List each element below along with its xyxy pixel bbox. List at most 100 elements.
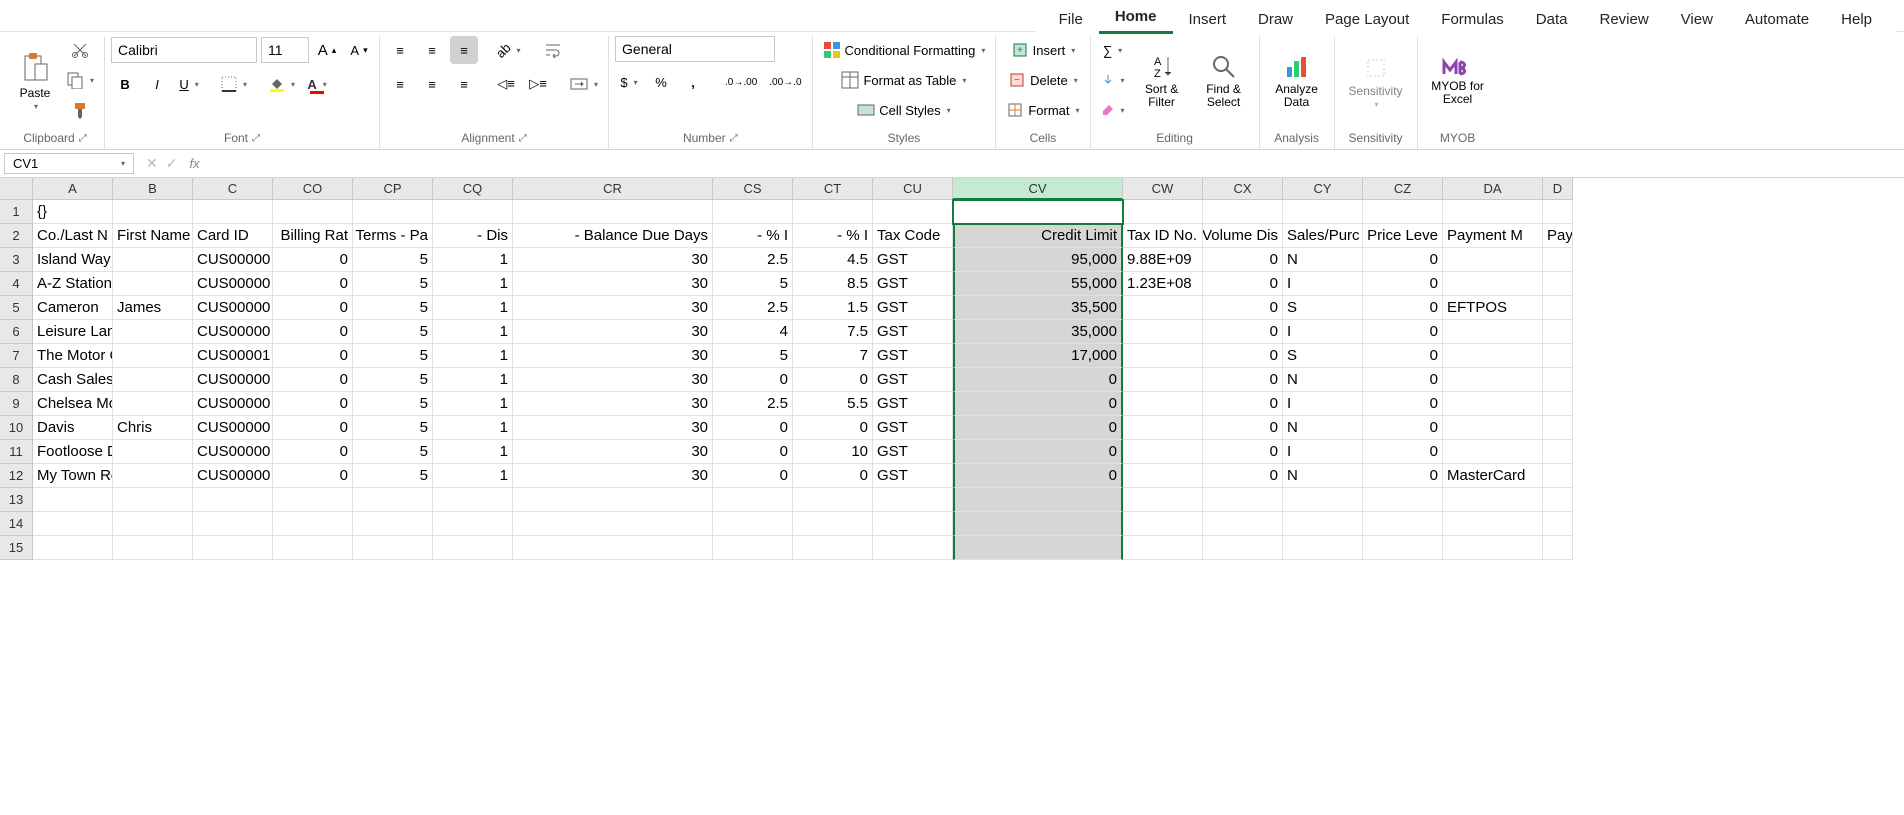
cell-CS1[interactable] <box>713 200 793 224</box>
cell-CV14[interactable] <box>953 512 1123 536</box>
number-dialog[interactable]: ⤢ <box>730 133 738 144</box>
tab-automate[interactable]: Automate <box>1729 5 1825 34</box>
cell-CU8[interactable]: GST <box>873 368 953 392</box>
cell-CS7[interactable]: 5 <box>713 344 793 368</box>
col-header-CX[interactable]: CX <box>1203 178 1283 200</box>
cell-CS13[interactable] <box>713 488 793 512</box>
orientation-button[interactable]: ab▾ <box>492 36 524 64</box>
cell-CR9[interactable]: 30 <box>513 392 713 416</box>
cell-C14[interactable] <box>193 512 273 536</box>
cell-CW7[interactable] <box>1123 344 1203 368</box>
col-header-CU[interactable]: CU <box>873 178 953 200</box>
cell-CY8[interactable]: N <box>1283 368 1363 392</box>
cell-CW10[interactable] <box>1123 416 1203 440</box>
cell-CS2[interactable]: - % I <box>713 224 793 248</box>
cell-DA7[interactable] <box>1443 344 1543 368</box>
comma-button[interactable]: , <box>679 68 707 96</box>
cell-D15[interactable] <box>1543 536 1573 560</box>
tab-formulas[interactable]: Formulas <box>1425 5 1520 34</box>
cell-CZ14[interactable] <box>1363 512 1443 536</box>
col-header-DA[interactable]: DA <box>1443 178 1543 200</box>
bold-button[interactable]: B <box>111 70 139 98</box>
col-header-CP[interactable]: CP <box>353 178 433 200</box>
formula-input[interactable] <box>208 162 1904 166</box>
cell-CR4[interactable]: 30 <box>513 272 713 296</box>
col-header-CQ[interactable]: CQ <box>433 178 513 200</box>
cell-CY9[interactable]: I <box>1283 392 1363 416</box>
cell-CQ7[interactable]: 1 <box>433 344 513 368</box>
cell-CQ9[interactable]: 1 <box>433 392 513 416</box>
decrease-indent-button[interactable]: ◁≡ <box>492 70 520 98</box>
cell-CW12[interactable] <box>1123 464 1203 488</box>
cell-CP8[interactable]: 5 <box>353 368 433 392</box>
analyze-data-button[interactable]: Analyze Data <box>1266 36 1328 126</box>
cell-B12[interactable] <box>113 464 193 488</box>
cell-B1[interactable] <box>113 200 193 224</box>
cell-CW8[interactable] <box>1123 368 1203 392</box>
cell-CS11[interactable]: 0 <box>713 440 793 464</box>
cell-CQ6[interactable]: 1 <box>433 320 513 344</box>
font-color-button[interactable]: A▾ <box>303 70 331 98</box>
cell-A1[interactable]: {} <box>33 200 113 224</box>
cell-CV9[interactable]: 0 <box>953 392 1123 416</box>
cell-CX7[interactable]: 0 <box>1203 344 1283 368</box>
row-header-8[interactable]: 8 <box>0 368 33 392</box>
cell-CR8[interactable]: 30 <box>513 368 713 392</box>
row-header-2[interactable]: 2 <box>0 224 33 248</box>
cell-CV13[interactable] <box>953 488 1123 512</box>
row-header-14[interactable]: 14 <box>0 512 33 536</box>
paste-button[interactable]: Paste▾ <box>12 36 58 126</box>
cell-CZ9[interactable]: 0 <box>1363 392 1443 416</box>
decrease-decimal-button[interactable]: .00→.0 <box>765 68 805 96</box>
cell-CU4[interactable]: GST <box>873 272 953 296</box>
cell-CZ11[interactable]: 0 <box>1363 440 1443 464</box>
cell-CQ1[interactable] <box>433 200 513 224</box>
cell-CT8[interactable]: 0 <box>793 368 873 392</box>
row-header-3[interactable]: 3 <box>0 248 33 272</box>
increase-indent-button[interactable]: ▷≡ <box>524 70 552 98</box>
underline-button[interactable]: U▾ <box>175 70 203 98</box>
cell-CO2[interactable]: Billing Rat <box>273 224 353 248</box>
cancel-formula-icon[interactable]: ✕ <box>146 155 158 172</box>
row-header-15[interactable]: 15 <box>0 536 33 560</box>
cell-CU7[interactable]: GST <box>873 344 953 368</box>
cell-B14[interactable] <box>113 512 193 536</box>
merge-center-button[interactable]: ▾ <box>566 70 602 98</box>
cell-CX5[interactable]: 0 <box>1203 296 1283 320</box>
cell-D8[interactable] <box>1543 368 1573 392</box>
tab-view[interactable]: View <box>1665 5 1729 34</box>
cell-CU15[interactable] <box>873 536 953 560</box>
cell-CO10[interactable]: 0 <box>273 416 353 440</box>
cell-DA9[interactable] <box>1443 392 1543 416</box>
cell-CX2[interactable]: Volume Dis <box>1203 224 1283 248</box>
cell-CO13[interactable] <box>273 488 353 512</box>
cell-CT6[interactable]: 7.5 <box>793 320 873 344</box>
cell-CS6[interactable]: 4 <box>713 320 793 344</box>
cell-CW9[interactable] <box>1123 392 1203 416</box>
cell-CP13[interactable] <box>353 488 433 512</box>
fill-button[interactable]: ▾ <box>1097 66 1129 94</box>
cell-CT10[interactable]: 0 <box>793 416 873 440</box>
alignment-dialog[interactable]: ⤢ <box>519 133 527 144</box>
cell-CW11[interactable] <box>1123 440 1203 464</box>
grid-area[interactable]: ABCCOCPCQCRCSCTCUCVCWCXCYCZDAD1{}2Co./La… <box>0 178 1904 815</box>
cell-A9[interactable]: Chelsea Mosset <box>33 392 113 416</box>
cell-CT13[interactable] <box>793 488 873 512</box>
cell-CR11[interactable]: 30 <box>513 440 713 464</box>
cell-B9[interactable] <box>113 392 193 416</box>
cell-DA14[interactable] <box>1443 512 1543 536</box>
cell-CO7[interactable]: 0 <box>273 344 353 368</box>
align-right-button[interactable]: ≡ <box>450 70 478 98</box>
italic-button[interactable]: I <box>143 70 171 98</box>
cell-D12[interactable] <box>1543 464 1573 488</box>
conditional-formatting-button[interactable]: Conditional Formatting▾ <box>819 36 990 64</box>
cell-CX11[interactable]: 0 <box>1203 440 1283 464</box>
cell-D5[interactable] <box>1543 296 1573 320</box>
font-name-select[interactable] <box>111 37 257 63</box>
cell-CP10[interactable]: 5 <box>353 416 433 440</box>
tab-data[interactable]: Data <box>1520 5 1584 34</box>
wrap-text-button[interactable] <box>539 36 567 64</box>
cell-A8[interactable]: Cash Sales <box>33 368 113 392</box>
cell-D4[interactable] <box>1543 272 1573 296</box>
cell-CP4[interactable]: 5 <box>353 272 433 296</box>
